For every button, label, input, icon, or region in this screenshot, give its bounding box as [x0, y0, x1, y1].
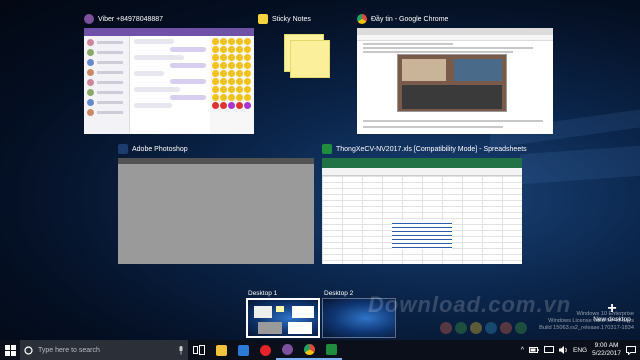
- window-title-bar: ThongXeCV-NV2017.xls [Compatibility Mode…: [322, 142, 527, 156]
- window-thumbnail: [84, 28, 254, 134]
- window-thumbnail: [357, 28, 553, 134]
- windows-logo-icon: [4, 344, 16, 356]
- viber-icon: [84, 14, 94, 24]
- desktop-2-label: Desktop 2: [324, 290, 354, 297]
- chrome-icon: [357, 14, 367, 24]
- spreadsheets-icon: [325, 343, 337, 355]
- window-photoshop[interactable]: Adobe Photoshop: [118, 142, 314, 264]
- window-title: Đầy tin - Google Chrome: [371, 15, 449, 23]
- window-title-bar: Viber +84978048887: [84, 12, 163, 26]
- task-view-icon: [193, 345, 205, 355]
- window-title-bar: Adobe Photoshop: [118, 142, 188, 156]
- window-spreadsheet[interactable]: ThongXeCV-NV2017.xls [Compatibility Mode…: [322, 142, 527, 264]
- window-title-bar: Sticky Notes: [258, 12, 311, 26]
- viber-icon: [281, 343, 293, 355]
- watermark-dots: [440, 322, 527, 334]
- search-placeholder: Type here to search: [38, 346, 100, 354]
- spreadsheets-icon: [322, 144, 332, 154]
- taskbar-viber[interactable]: [276, 340, 298, 360]
- network-icon[interactable]: [543, 346, 554, 354]
- taskbar: Type here to search ^ ENG 9:00 AM 5/22/2…: [0, 340, 640, 360]
- search-box[interactable]: Type here to search: [20, 340, 188, 360]
- window-thumbnail: [322, 158, 522, 264]
- notifications-icon[interactable]: [626, 345, 636, 355]
- clock-date: 5/22/2017: [592, 350, 621, 357]
- show-hidden-icons-button[interactable]: ^: [521, 347, 524, 354]
- volume-icon[interactable]: [558, 346, 568, 354]
- window-title: Sticky Notes: [272, 15, 311, 23]
- system-tray: ^ ENG 9:00 AM 5/22/2017: [521, 340, 640, 360]
- opera-icon: [259, 344, 271, 356]
- start-button[interactable]: [0, 340, 20, 360]
- folder-icon: [215, 344, 227, 356]
- desktop-1-label: Desktop 1: [248, 290, 278, 297]
- photoshop-icon: [118, 144, 128, 154]
- task-view-button[interactable]: [188, 340, 210, 360]
- window-title: Adobe Photoshop: [132, 145, 188, 153]
- taskbar-store[interactable]: [232, 340, 254, 360]
- window-title-bar: Đầy tin - Google Chrome: [357, 12, 448, 26]
- window-viber[interactable]: Viber +84978048887: [84, 12, 254, 134]
- activation-watermark: Windows 10 Enterprise Windows License va…: [539, 311, 634, 331]
- window-title: ThongXeCV-NV2017.xls [Compatibility Mode…: [336, 145, 527, 153]
- window-sticky-notes[interactable]: Sticky Notes: [258, 12, 348, 92]
- window-chrome[interactable]: Đầy tin - Google Chrome: [357, 12, 553, 134]
- clock-time: 9:00 AM: [594, 342, 619, 349]
- desktop-1-thumbnail[interactable]: [246, 298, 320, 338]
- window-title: Viber +84978048887: [98, 15, 164, 23]
- sticky-notes-icon: [258, 14, 268, 24]
- taskbar-chrome[interactable]: [298, 340, 320, 360]
- chrome-icon: [303, 343, 315, 355]
- taskbar-spreadsheets[interactable]: [320, 340, 342, 360]
- cortana-icon: [24, 345, 33, 355]
- clock[interactable]: 9:00 AM 5/22/2017: [592, 342, 621, 358]
- store-icon: [237, 344, 249, 356]
- taskbar-file-explorer[interactable]: [210, 340, 232, 360]
- microphone-icon[interactable]: [178, 345, 184, 355]
- taskbar-opera[interactable]: [254, 340, 276, 360]
- battery-icon[interactable]: [528, 346, 539, 354]
- sticky-note: [290, 40, 330, 78]
- language-indicator[interactable]: ENG: [573, 347, 587, 354]
- window-thumbnail: [118, 158, 314, 264]
